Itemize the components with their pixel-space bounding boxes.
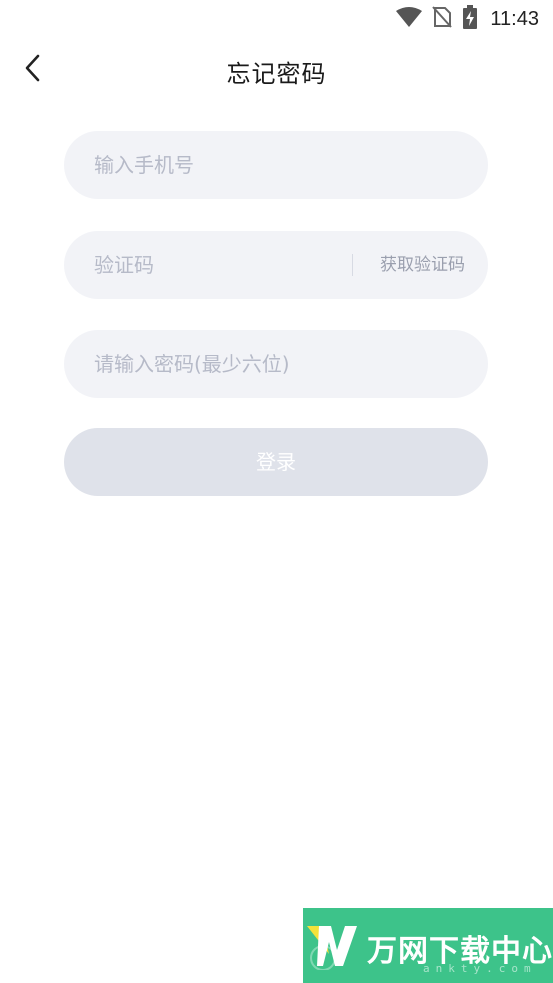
no-sim-icon	[432, 6, 453, 32]
watermark: 万网下载中心 ankty.com	[303, 908, 553, 983]
status-icons: 11:43	[396, 5, 539, 33]
code-input[interactable]	[94, 231, 334, 299]
status-bar: 11:43	[0, 0, 553, 38]
watermark-url: ankty.com	[423, 962, 537, 975]
nav-bar: 忘记密码	[0, 40, 553, 100]
get-code-button[interactable]: 获取验证码	[380, 231, 465, 299]
password-input[interactable]	[94, 330, 454, 398]
brand-logo	[307, 920, 361, 971]
wifi-icon	[396, 7, 423, 31]
code-field: 获取验证码	[64, 231, 488, 299]
login-button[interactable]: 登录	[64, 428, 488, 496]
field-divider	[352, 254, 353, 276]
status-time: 11:43	[490, 7, 539, 30]
password-field	[64, 330, 488, 398]
battery-charging-icon	[462, 5, 478, 33]
phone-input[interactable]	[94, 131, 454, 199]
phone-field	[64, 131, 488, 199]
page-title: 忘记密码	[226, 60, 327, 88]
